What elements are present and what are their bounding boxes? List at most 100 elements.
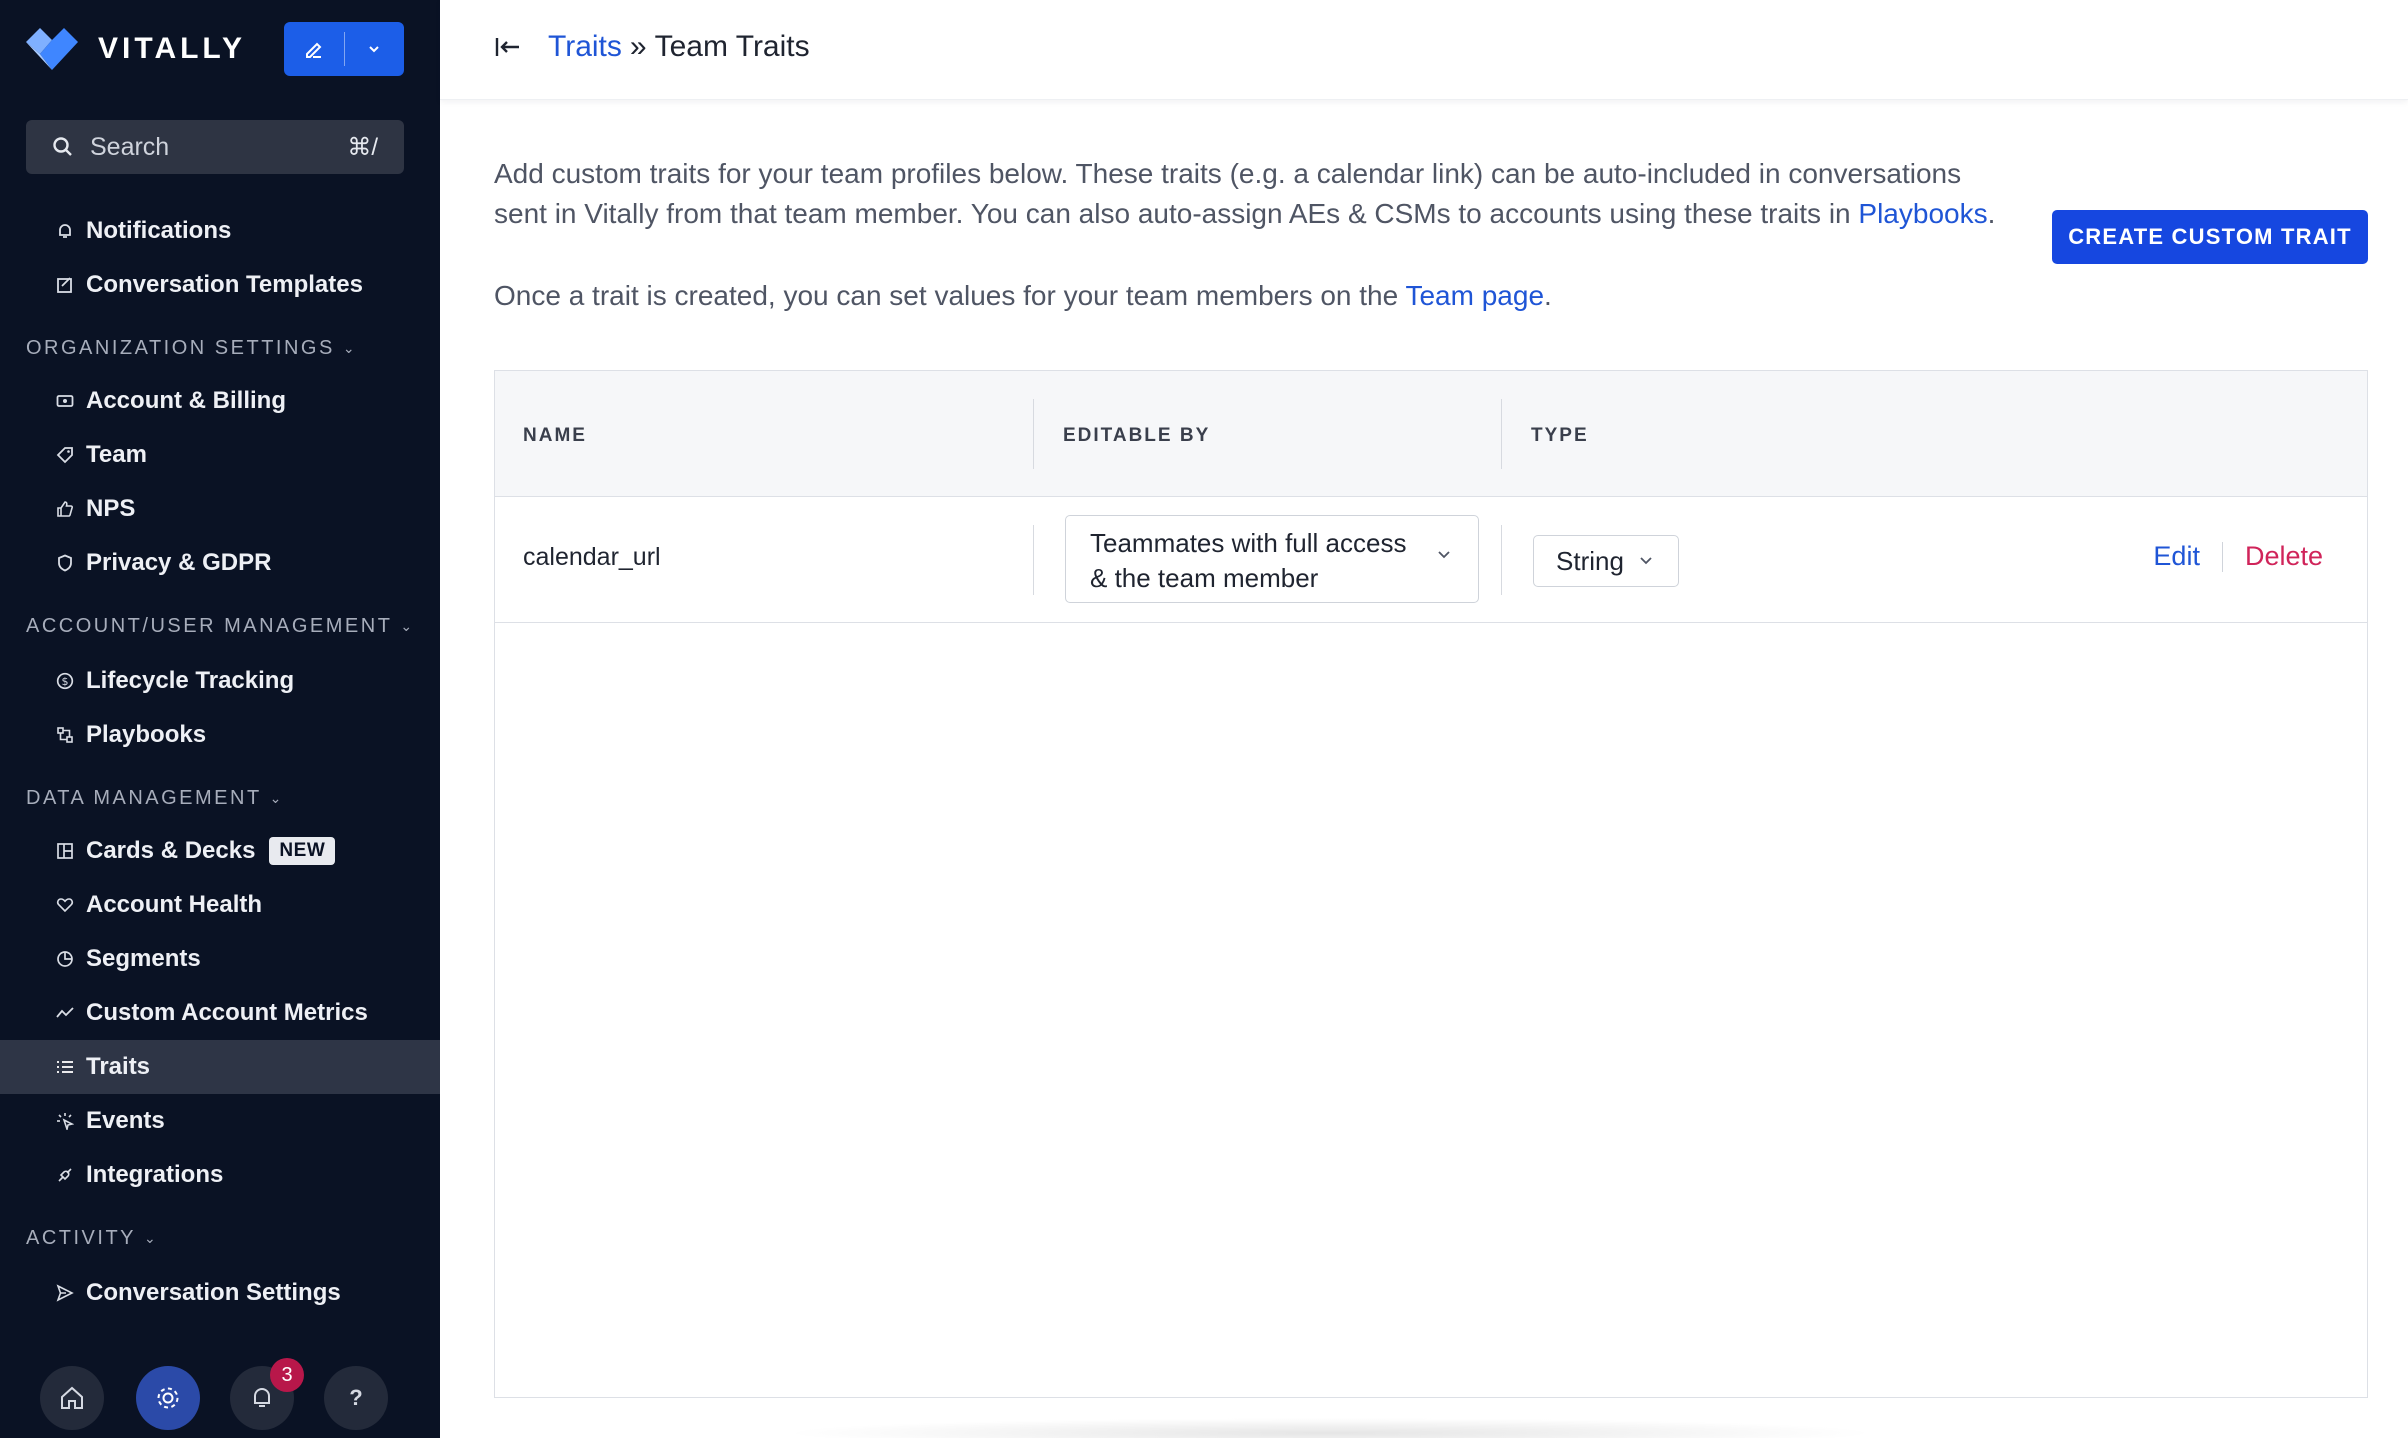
chevron-down-icon xyxy=(1640,557,1652,565)
sidebar-item-account-billing[interactable]: Account & Billing xyxy=(0,374,440,428)
billing-icon xyxy=(56,392,74,410)
traits-table: NAME EDITABLE BY TYPE calendar_url Teamm… xyxy=(494,370,2368,1398)
help-icon: ? xyxy=(349,1385,363,1410)
sidebar-item-account-health[interactable]: Account Health xyxy=(0,878,440,932)
pencil-icon xyxy=(305,42,322,58)
chevron-down-icon: ⌄ xyxy=(400,617,415,634)
chevron-down-icon: ⌄ xyxy=(144,1229,159,1246)
home-icon xyxy=(61,1386,83,1409)
delete-trait-button[interactable]: Delete xyxy=(2245,541,2323,572)
column-divider xyxy=(1501,399,1502,469)
sidebar-item-cards-decks[interactable]: Cards & Decks NEW xyxy=(0,824,440,878)
column-divider xyxy=(1033,525,1034,595)
template-icon xyxy=(56,276,74,294)
collapse-sidebar-icon[interactable] xyxy=(492,32,522,62)
new-badge: NEW xyxy=(269,837,336,865)
bell-icon xyxy=(56,222,74,240)
row-actions: Edit Delete xyxy=(2153,541,2323,572)
intro-paragraph: Add custom traits for your team profiles… xyxy=(494,158,1996,229)
vitally-logo[interactable]: VITALLY xyxy=(26,26,246,72)
section-activity[interactable]: ACTIVITY ⌄ xyxy=(26,1218,158,1258)
sidebar-item-privacy-gdpr[interactable]: Privacy & GDPR xyxy=(0,536,440,590)
table-row: calendar_url Teammates with full access … xyxy=(495,497,2367,623)
chevron-down-icon: ⌄ xyxy=(342,339,358,356)
help-button[interactable]: ? xyxy=(324,1366,388,1430)
column-header-editable-by[interactable]: EDITABLE BY xyxy=(1063,425,1210,447)
send-icon xyxy=(56,1284,74,1302)
section-organization-settings[interactable]: ORGANIZATION SETTINGS ⌄ xyxy=(26,328,357,368)
sidebar-item-playbooks[interactable]: Playbooks xyxy=(0,708,440,762)
intro-paragraph-2: Once a trait is created, you can set val… xyxy=(494,280,1552,311)
breadcrumb-separator: » xyxy=(629,30,647,63)
sidebar-item-nps[interactable]: NPS xyxy=(0,482,440,536)
column-header-type[interactable]: TYPE xyxy=(1531,425,1589,447)
trait-name: calendar_url xyxy=(523,543,661,571)
tag-icon xyxy=(56,446,74,464)
gear-icon xyxy=(157,1387,179,1409)
sidebar-item-segments[interactable]: Segments xyxy=(0,932,440,986)
main-content: Traits » Team Traits Add custom traits f… xyxy=(440,0,2408,1438)
section-account-user-management[interactable]: ACCOUNT/USER MANAGEMENT ⌄ xyxy=(26,606,415,646)
chevron-down-icon xyxy=(1438,551,1450,559)
notification-count-badge: 3 xyxy=(270,1358,304,1392)
shield-icon xyxy=(56,554,74,572)
playbooks-link[interactable]: Playbooks xyxy=(1858,198,1987,229)
bell-icon xyxy=(254,1388,270,1407)
brand-name: VITALLY xyxy=(98,32,247,65)
type-select[interactable]: String xyxy=(1533,535,1679,587)
create-custom-trait-button[interactable]: CREATE CUSTOM TRAIT xyxy=(2052,210,2368,264)
logo-mark-icon xyxy=(26,28,78,70)
sidebar-item-integrations[interactable]: Integrations xyxy=(0,1148,440,1202)
sidebar: VITALLY Search ⌘/ Notifications Conversa… xyxy=(0,0,440,1438)
team-page-link[interactable]: Team page xyxy=(1405,280,1544,311)
settings-button[interactable] xyxy=(136,1366,200,1430)
svg-text:$: $ xyxy=(62,675,69,688)
chevron-down-icon xyxy=(369,46,379,53)
edit-trait-button[interactable]: Edit xyxy=(2153,541,2200,572)
page-title: Team Traits xyxy=(654,30,810,63)
breadcrumb-traits-link[interactable]: Traits xyxy=(548,30,622,64)
plug-icon xyxy=(56,1166,74,1184)
search-shortcut: ⌘/ xyxy=(347,133,378,161)
sidebar-bottom-bar: 3 ? xyxy=(0,1338,440,1438)
app-root: VITALLY Search ⌘/ Notifications Conversa… xyxy=(0,0,2408,1438)
sidebar-item-notifications[interactable]: Notifications xyxy=(0,204,440,258)
home-button[interactable] xyxy=(40,1366,104,1430)
sidebar-item-events[interactable]: Events xyxy=(0,1094,440,1148)
sidebar-item-conversation-settings[interactable]: Conversation Settings xyxy=(0,1266,440,1320)
action-divider xyxy=(2221,541,2223,572)
sidebar-item-conversation-templates[interactable]: Conversation Templates xyxy=(0,258,440,312)
editable-by-value: Teammates with full access & the team me… xyxy=(1090,528,1407,593)
column-divider xyxy=(1033,399,1034,469)
type-value: String xyxy=(1556,545,1624,576)
cards-icon xyxy=(56,842,74,860)
dollar-icon: $ xyxy=(56,672,74,690)
bottom-fade xyxy=(780,1418,1880,1438)
page-header: Traits » Team Traits xyxy=(440,0,2408,100)
editable-by-select[interactable]: Teammates with full access & the team me… xyxy=(1065,515,1479,603)
search-icon xyxy=(53,137,72,156)
sidebar-item-team[interactable]: Team xyxy=(0,428,440,482)
table-header: NAME EDITABLE BY TYPE xyxy=(495,371,2367,497)
playbook-icon xyxy=(56,726,74,744)
compose-menu-button[interactable] xyxy=(345,22,405,76)
compose-split-button[interactable] xyxy=(284,22,404,76)
notifications-button[interactable]: 3 xyxy=(230,1358,304,1430)
sidebar-item-lifecycle-tracking[interactable]: $ Lifecycle Tracking xyxy=(0,654,440,708)
column-divider xyxy=(1501,525,1502,595)
list-icon xyxy=(56,1058,74,1076)
sidebar-item-custom-account-metrics[interactable]: Custom Account Metrics xyxy=(0,986,440,1040)
sidebar-item-traits[interactable]: Traits xyxy=(0,1040,440,1094)
compose-button[interactable] xyxy=(284,22,344,76)
search-placeholder: Search xyxy=(90,132,170,161)
events-icon xyxy=(56,1112,74,1130)
pie-icon xyxy=(56,950,74,968)
thumbs-up-icon xyxy=(56,500,74,518)
search-input[interactable]: Search ⌘/ xyxy=(26,120,404,174)
trend-icon xyxy=(56,1004,74,1022)
chevron-down-icon: ⌄ xyxy=(269,789,284,806)
section-data-management[interactable]: DATA MANAGEMENT ⌄ xyxy=(26,778,284,818)
health-icon xyxy=(56,896,74,914)
column-header-name[interactable]: NAME xyxy=(523,425,587,447)
breadcrumb: Traits » Team Traits xyxy=(548,30,810,64)
